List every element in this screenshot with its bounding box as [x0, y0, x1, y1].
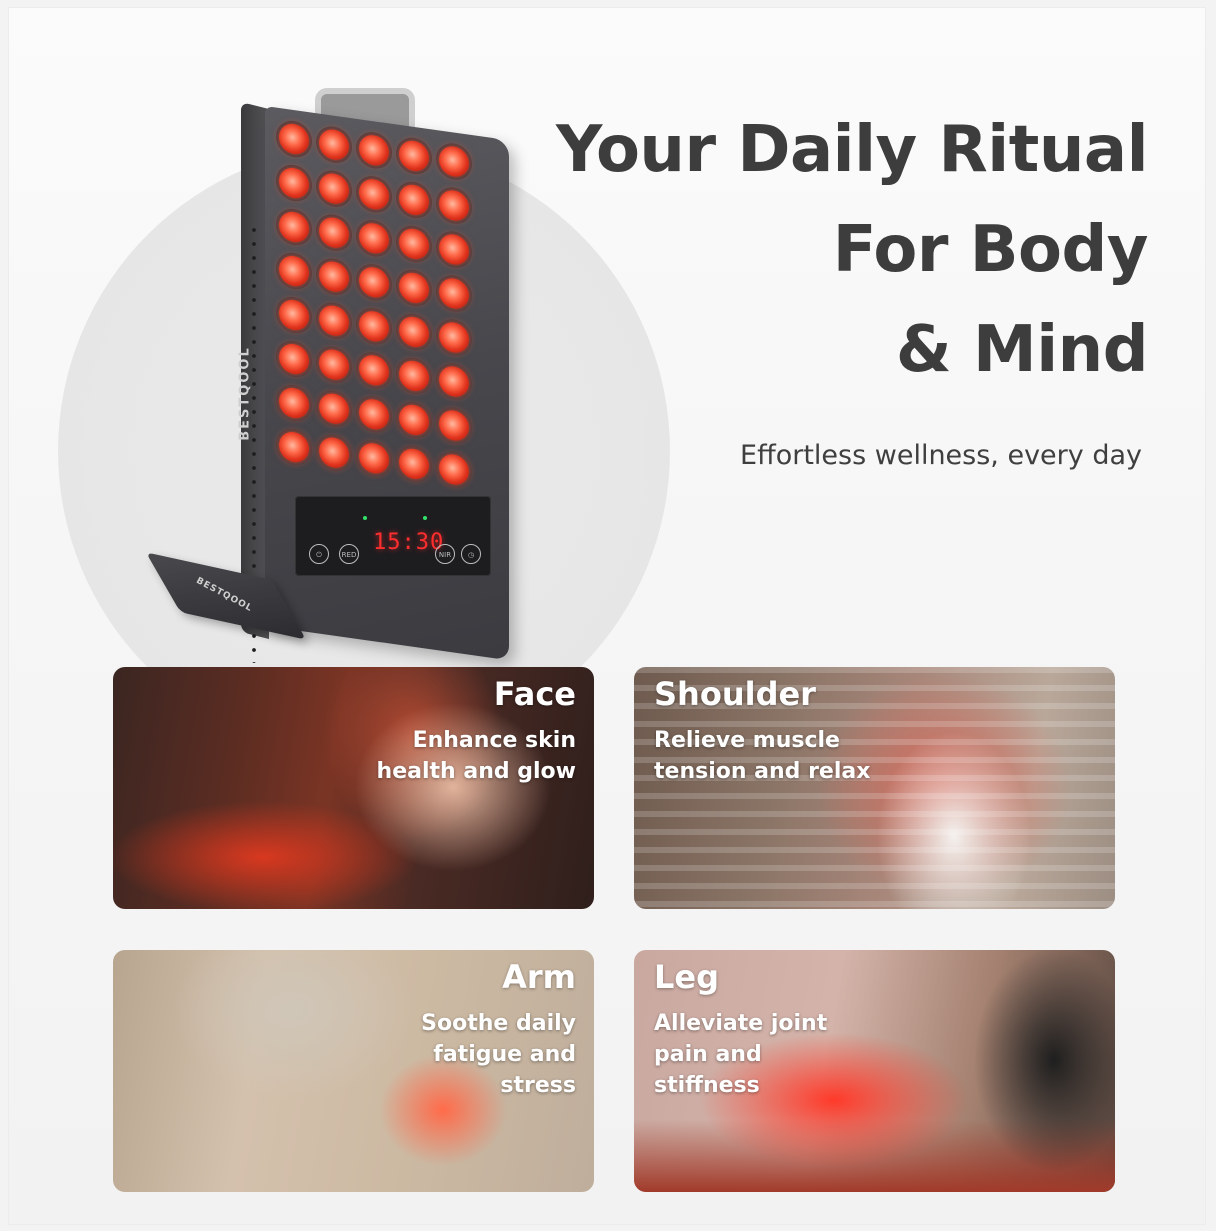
led-grid [279, 121, 499, 505]
led-bulb [399, 402, 429, 438]
led-bulb [439, 364, 469, 399]
card-description: Enhance skin health and glow [376, 728, 576, 784]
headline-line-1: Your Daily Ritual [555, 113, 1149, 187]
led-bulb [439, 452, 469, 487]
led-bulb [399, 226, 429, 262]
led-bulb [359, 133, 389, 168]
headline-line-2: For Body [832, 213, 1149, 287]
led-bulb [279, 297, 309, 333]
led-bulb [399, 182, 429, 218]
product-image: Your Daily Ritual For Body & Mind Effort… [0, 0, 1216, 1231]
led-bulb [359, 221, 389, 256]
card-title: Shoulder [654, 675, 816, 713]
led-bulb [279, 341, 309, 377]
card-description: Soothe daily fatigue and stress [421, 1011, 576, 1098]
card-arm: Arm Soothe daily fatigue and stress [113, 950, 594, 1192]
card-face: Face Enhance skin health and glow [113, 667, 594, 909]
led-bulb [399, 446, 429, 482]
card-description: Alleviate joint pain and stiffness [654, 1011, 828, 1098]
led-bulb [319, 215, 349, 250]
red-light-therapy-panel: BESTQOOL ⏻ RED 15:30 NIR ◷ BESTQOOL [145, 88, 525, 663]
led-bulb [359, 397, 389, 432]
led-bulb [319, 171, 349, 206]
led-bulb [359, 265, 389, 300]
led-bulb [279, 121, 309, 157]
led-bulb [439, 188, 469, 223]
led-bulb [319, 391, 349, 426]
headline: Your Daily Ritual For Body & Mind [508, 100, 1149, 400]
card-description: Relieve muscle tension and relax [654, 728, 871, 784]
led-bulb [319, 259, 349, 294]
card-title: Leg [654, 958, 719, 996]
card-shoulder: Shoulder Relieve muscle tension and rela… [634, 667, 1115, 909]
led-bulb [439, 320, 469, 355]
led-bulb [279, 165, 309, 201]
led-bulb [439, 408, 469, 443]
headline-line-3: & Mind [895, 313, 1149, 387]
led-bulb [319, 303, 349, 338]
led-bulb [439, 276, 469, 311]
card-title: Arm [502, 958, 576, 996]
led-panel [265, 106, 509, 661]
led-bulb [319, 127, 349, 162]
led-bulb [319, 435, 349, 470]
led-bulb [279, 429, 309, 465]
led-bulb [439, 144, 469, 179]
led-bulb [399, 358, 429, 394]
brand-logo-side: BESTQOOL [237, 346, 253, 441]
led-bulb [359, 353, 389, 388]
led-bulb [359, 177, 389, 212]
led-bulb [439, 232, 469, 267]
power-icon: ⏻ [309, 544, 329, 564]
led-bulb [359, 309, 389, 344]
timer-display: 15:30 [373, 530, 445, 555]
indicator-light [423, 516, 427, 520]
red-mode-button: RED [339, 544, 359, 564]
led-bulb [279, 209, 309, 245]
led-bulb [399, 138, 429, 174]
indicator-light [363, 516, 367, 520]
led-bulb [359, 441, 389, 476]
led-bulb [399, 270, 429, 306]
control-panel: ⏻ RED 15:30 NIR ◷ [295, 496, 491, 576]
card-leg: Leg Alleviate joint pain and stiffness [634, 950, 1115, 1192]
clock-icon: ◷ [461, 544, 481, 564]
subhead: Effortless wellness, every day [740, 440, 1142, 471]
led-bulb [399, 314, 429, 350]
led-bulb [319, 347, 349, 382]
led-bulb [279, 253, 309, 289]
nir-mode-button: NIR [435, 544, 455, 564]
led-bulb [279, 385, 309, 421]
card-title: Face [493, 675, 576, 713]
